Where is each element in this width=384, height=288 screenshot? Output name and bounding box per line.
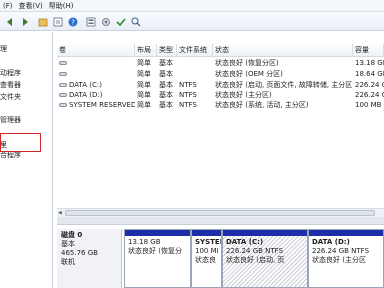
partition-data-d[interactable]: DATA (D:) 226.24 GB NTFS 状态良好 (主分区 [308, 229, 384, 288]
partition-name: SYSTEI [195, 238, 222, 246]
column-header-type[interactable]: 类型 [157, 44, 177, 57]
scrollbar-thumb[interactable] [65, 210, 375, 216]
nav-item-task-scheduler[interactable]: 动程序 [0, 69, 21, 78]
cell-capacity: 226.24 GB [355, 81, 384, 89]
volume-icon [59, 72, 67, 76]
cell-volume: SYSTEM RESERVED [57, 100, 135, 110]
volume-icon [59, 103, 67, 107]
volume-list-header: 卷 布局 类型 文件系统 状态 容量 [57, 44, 384, 57]
pane-splitter[interactable] [57, 217, 384, 225]
table-row[interactable]: 简单 基本 状态良好 (OEM 分区) 18.64 GB [57, 69, 384, 79]
cell-type: 基本 [159, 91, 173, 99]
cell-volume: DATA (C:) [57, 80, 135, 90]
volume-icon [59, 83, 67, 87]
partition-size: 226.24 GB NTFS [226, 247, 284, 255]
partition-recovery[interactable]: 13.18 GB 状态良好 (恢复分 [124, 229, 191, 288]
cell-capacity: 18.64 GB [355, 70, 384, 78]
cell-capacity: 226.24 GB [355, 91, 384, 99]
toolbar: ? [0, 12, 384, 31]
cell-filesystem [177, 58, 213, 68]
cell-layout: 简单 [137, 91, 151, 99]
menu-bar: (F) 查看(V) 帮助(H) [0, 0, 384, 12]
table-row[interactable]: DATA (C:) 简单 基本 NTFS 状态良好 (启动, 页面文件, 故障转… [57, 80, 384, 90]
properties-icon[interactable] [51, 15, 63, 27]
table-row[interactable]: DATA (D:) 简单 基本 NTFS 状态良好 (主分区) 226.24 G… [57, 90, 384, 100]
cell-capacity: 13.18 GB [355, 59, 384, 67]
cell-layout: 简单 [137, 59, 151, 67]
partition-size: 226.24 GB NTFS [312, 247, 370, 255]
partition-data-c[interactable]: DATA (C:) 226.24 GB NTFS 状态良好 (启动, 页 [222, 229, 308, 288]
partition-size: 13.18 GB [128, 238, 161, 246]
svg-text:?: ? [71, 19, 75, 27]
nav-item-services-applications[interactable]: 合程序 [0, 151, 21, 160]
cell-filesystem [177, 69, 213, 79]
cell-type: 基本 [159, 70, 173, 78]
column-header-layout[interactable]: 布局 [135, 44, 157, 57]
cell-status: 状态良好 (恢复分区) [215, 59, 279, 67]
cell-status: 状态良好 (启动, 页面文件, 故障转储, 主分区) [215, 81, 353, 89]
nav-highlight-box [0, 133, 41, 152]
nav-item-shared-folders[interactable]: 文件夹 [0, 93, 21, 102]
cell-volume [57, 58, 135, 68]
cell-layout: 简单 [137, 81, 151, 89]
nav-item-device-manager[interactable]: 管理器 [0, 116, 21, 125]
volume-list [57, 44, 384, 204]
disk-type: 基本 [61, 240, 75, 248]
nav-item-event-viewer[interactable]: 查看器 [0, 81, 21, 90]
disk-label[interactable]: 磁盘 0 基本 465.76 GB 联机 [57, 229, 122, 288]
back-icon[interactable] [3, 15, 15, 27]
disk-size: 465.76 GB [61, 249, 98, 257]
partition-status: 状态良好 (恢复分 [128, 247, 182, 255]
cell-layout: 简单 [137, 101, 151, 109]
cell-filesystem: NTFS [179, 91, 197, 99]
list-horizontal-scrollbar[interactable]: ◀ [57, 208, 384, 217]
table-row[interactable]: 简单 基本 状态良好 (恢复分区) 13.18 GB [57, 58, 384, 68]
nav-item-management[interactable]: 理 [0, 45, 7, 54]
volume-icon [59, 61, 67, 65]
cell-capacity: 100 MB [355, 101, 382, 109]
partition-name: DATA (D:) [312, 238, 350, 246]
forward-icon[interactable] [18, 15, 30, 27]
cell-filesystem: NTFS [179, 81, 197, 89]
column-header-volume[interactable]: 卷 [57, 44, 135, 57]
cell-volume: DATA (D:) [57, 90, 135, 100]
disk-name: 磁盘 0 [61, 231, 83, 239]
list-view-icon[interactable] [84, 15, 96, 27]
partition-size: 100 MI [195, 247, 219, 255]
cell-layout: 简单 [137, 70, 151, 78]
cell-type: 基本 [159, 101, 173, 109]
cell-type: 基本 [159, 59, 173, 67]
cell-type: 基本 [159, 81, 173, 89]
menu-file[interactable]: (F) [0, 0, 16, 11]
disk-status: 联机 [61, 258, 75, 266]
cell-status: 状态良好 (系统, 活动, 主分区) [215, 101, 309, 109]
cell-status: 状态良好 (主分区) [215, 91, 272, 99]
column-header-capacity[interactable]: 容量 [353, 44, 384, 57]
partition-status: 状态良好 (主分区 [312, 256, 366, 264]
settings-icon[interactable] [99, 15, 111, 27]
column-header-filesystem[interactable]: 文件系统 [177, 44, 213, 57]
table-row[interactable]: SYSTEM RESERVED 简单 基本 NTFS 状态良好 (系统, 活动,… [57, 100, 384, 110]
column-header-status[interactable]: 状态 [213, 44, 353, 57]
up-icon[interactable] [36, 15, 48, 27]
partition-system-reserved[interactable]: SYSTEI 100 MI 状态良 [191, 229, 222, 288]
menu-help[interactable]: 帮助(H) [46, 0, 77, 11]
navigation-pane: 理 动程序 查看器 文件夹 管理器 里 合程序 [0, 32, 53, 288]
cell-filesystem: NTFS [179, 101, 197, 109]
search-icon[interactable] [129, 15, 141, 27]
help-icon[interactable]: ? [66, 15, 78, 27]
scroll-left-icon[interactable]: ◀ [58, 210, 62, 216]
partition-name: DATA (C:) [226, 238, 264, 246]
volume-icon [59, 93, 67, 97]
cell-status: 状态良好 (OEM 分区) [215, 70, 283, 78]
check-icon[interactable] [114, 15, 126, 27]
menu-view[interactable]: 查看(V) [16, 0, 46, 11]
cell-volume [57, 69, 135, 79]
partition-status: 状态良好 (启动, 页 [226, 256, 285, 264]
partition-status: 状态良 [195, 256, 216, 264]
